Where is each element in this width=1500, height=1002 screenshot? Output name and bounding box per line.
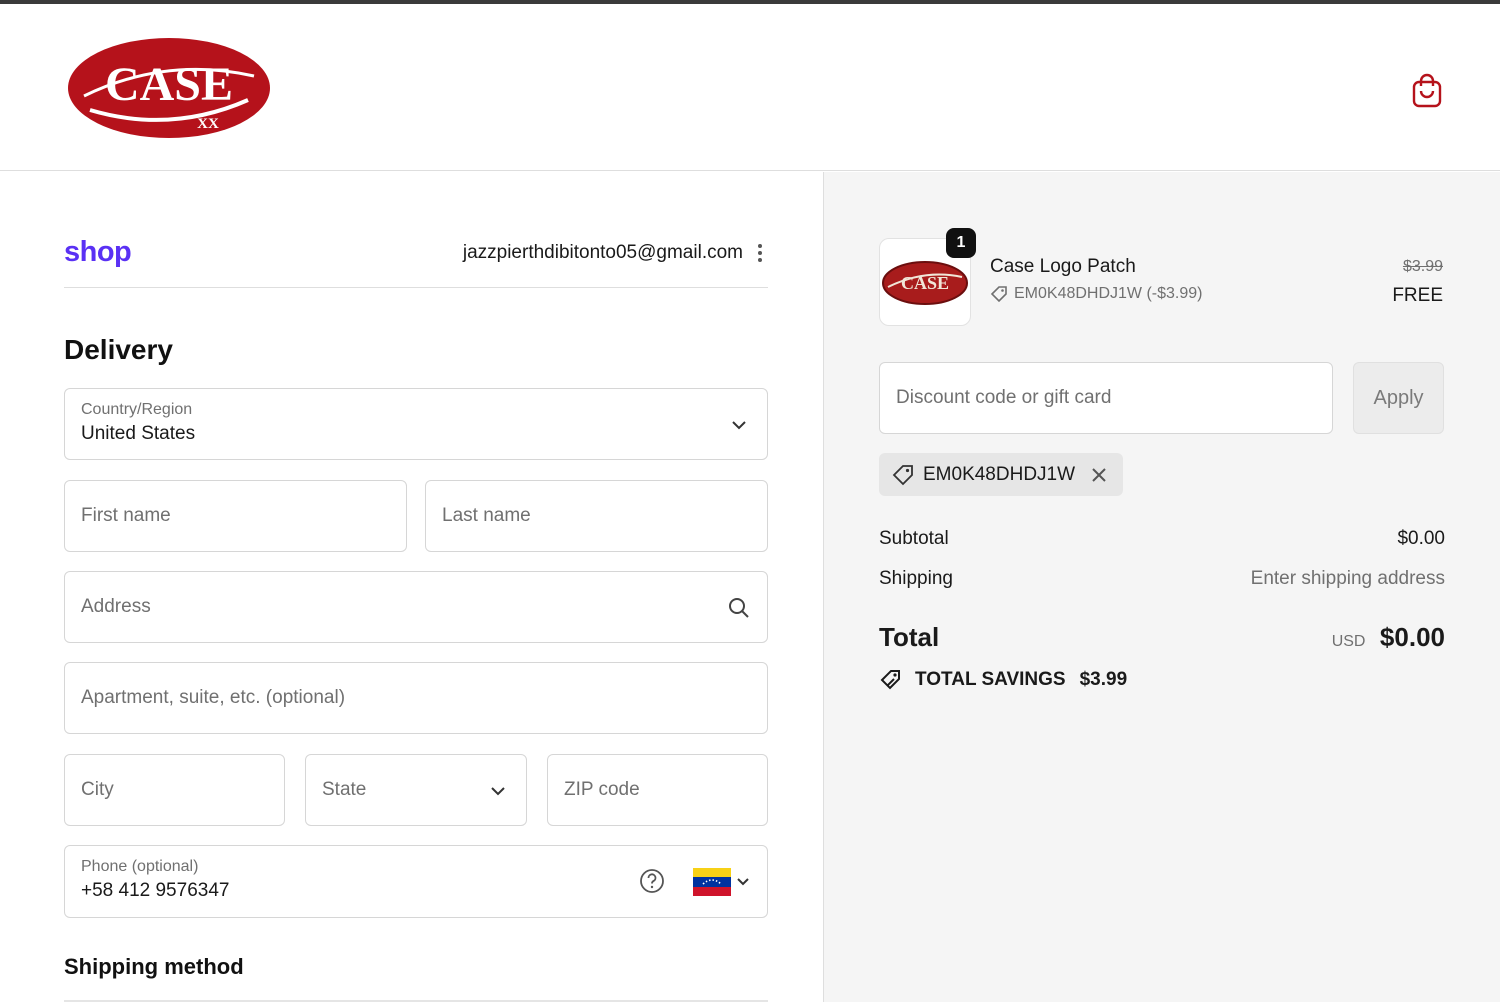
applied-discount-code: EM0K48DHDJ1W: [923, 463, 1076, 485]
discount-code-field[interactable]: Discount code or gift card: [879, 362, 1333, 434]
shopping-bag-icon[interactable]: [1410, 72, 1444, 108]
shipping-label: Shipping: [879, 568, 953, 589]
total-currency: USD: [1331, 633, 1366, 650]
savings-label: TOTAL SAVINGS: [915, 669, 1066, 690]
checkout-form-panel: shop jazzpierthdibitonto05@gmail.com Del…: [0, 172, 823, 1002]
chevron-down-icon: [732, 421, 746, 430]
delivery-title: Delivery: [64, 334, 173, 365]
shipping-value: Enter shipping address: [1250, 568, 1445, 589]
subtotal-value: $0.00: [1397, 528, 1445, 549]
zip-placeholder: ZIP code: [564, 779, 640, 800]
site-header: CASE XX: [0, 4, 1500, 171]
shipping-method-title: Shipping method: [64, 954, 244, 979]
apartment-placeholder: Apartment, suite, etc. (optional): [81, 687, 346, 708]
venezuela-flag-icon: [693, 868, 731, 896]
first-name-placeholder: First name: [81, 505, 171, 526]
discount-placeholder: Discount code or gift card: [896, 387, 1112, 408]
country-label: Country/Region: [81, 401, 193, 418]
total-label: Total: [879, 622, 940, 652]
state-select[interactable]: State: [305, 754, 527, 826]
brand-mark: XX: [197, 116, 219, 132]
tag-icon: [990, 286, 1007, 303]
final-price: FREE: [1392, 285, 1443, 306]
applied-discount-chip: EM0K48DHDJ1W: [879, 453, 1124, 496]
svg-text:CASE: CASE: [901, 273, 949, 293]
total-value: $0.00: [1379, 622, 1445, 652]
help-circle-icon[interactable]: [639, 868, 665, 894]
savings-tag-icon: [880, 670, 900, 690]
total-row: Total USD $0.00: [879, 622, 1445, 653]
state-placeholder: State: [322, 779, 367, 800]
chevron-down-icon: [491, 787, 505, 796]
search-icon[interactable]: [727, 596, 751, 620]
phone-value: +58 412 9576347: [81, 880, 230, 901]
account-menu-icon[interactable]: [754, 242, 766, 264]
tag-icon: [892, 464, 913, 485]
account-email: jazzpierthdibitonto05@gmail.com: [462, 242, 743, 263]
address-placeholder: Address: [81, 596, 151, 617]
order-summary-panel: CASE 1 Case Logo Patch EM0K48DHDJ1W (-$3…: [823, 172, 1500, 1002]
phone-country-select[interactable]: [693, 866, 755, 898]
first-name-field[interactable]: First name: [64, 480, 407, 552]
city-placeholder: City: [81, 779, 114, 800]
phone-field[interactable]: Phone (optional) +58 412 9576347: [64, 845, 768, 918]
apply-button[interactable]: Apply: [1353, 362, 1444, 434]
last-name-placeholder: Last name: [442, 505, 531, 526]
case-logo[interactable]: CASE XX: [66, 36, 272, 140]
divider: [64, 287, 768, 288]
last-name-field[interactable]: Last name: [425, 480, 768, 552]
subtotal-label: Subtotal: [879, 528, 949, 549]
quantity-badge: 1: [946, 228, 976, 258]
product-discount-line: EM0K48DHDJ1W (-$3.99): [990, 285, 1203, 303]
country-value: United States: [81, 423, 196, 444]
phone-label: Phone (optional): [81, 858, 199, 875]
shop-pay-logo: shop: [64, 236, 132, 268]
subtotal-row: Subtotal $0.00: [879, 528, 1445, 550]
shipping-row: Shipping Enter shipping address: [879, 568, 1445, 590]
city-field[interactable]: City: [64, 754, 285, 826]
close-icon[interactable]: [1089, 465, 1109, 485]
zip-field[interactable]: ZIP code: [547, 754, 768, 826]
brand-text: CASE: [105, 58, 233, 111]
address-field[interactable]: Address: [64, 571, 768, 643]
chevron-down-icon: [737, 878, 749, 886]
product-name: Case Logo Patch: [990, 256, 1136, 277]
total-savings: TOTAL SAVINGS $3.99: [879, 668, 1127, 692]
original-price: $3.99: [1402, 258, 1443, 275]
apartment-field[interactable]: Apartment, suite, etc. (optional): [64, 662, 768, 734]
country-select[interactable]: Country/Region United States: [64, 388, 768, 460]
savings-value: $3.99: [1079, 669, 1128, 690]
product-discount-code: EM0K48DHDJ1W (-$3.99): [1014, 285, 1203, 302]
